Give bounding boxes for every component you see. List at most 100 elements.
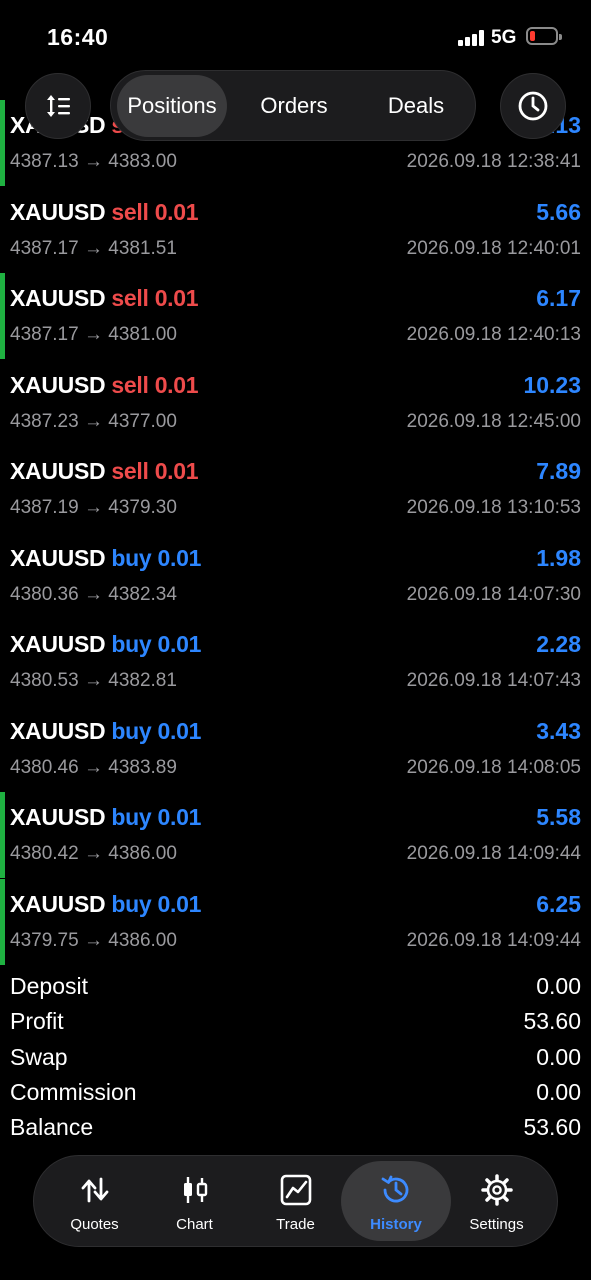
summary-value: 0.00 <box>536 973 581 999</box>
deal-row[interactable]: XAUUSD buy 0.01 4380.36 → 4382.34 1.98 2026… <box>0 533 591 619</box>
tab-orders[interactable]: Orders <box>239 75 349 137</box>
row-indicator <box>0 100 5 186</box>
deal-symbol: XAUUSD sell 0.01 <box>10 458 199 484</box>
deal-profit: 6.25 <box>536 890 581 917</box>
deal-symbol: XAUUSD buy 0.01 <box>10 717 202 744</box>
deal-datetime: 2026.09.18 14:09:44 <box>406 929 581 951</box>
status-bar: 16:40 5G <box>0 0 591 70</box>
deal-side: buy 0.01 <box>111 804 202 830</box>
summary-value: 53.60 <box>523 1008 581 1035</box>
deal-prices: 4387.17 → 4381.00 <box>10 324 177 345</box>
deal-datetime: 2026.09.18 14:07:30 <box>406 583 581 605</box>
summary-row-commission: Commission 0.00 <box>0 1079 591 1114</box>
deal-profit: 1.98 <box>536 544 581 571</box>
deal-profit: 3.43 <box>536 717 581 744</box>
deal-datetime: 2026.09.18 12:38:41 <box>406 151 581 172</box>
tab-chart[interactable]: Chart <box>144 1156 245 1246</box>
row-indicator <box>0 878 5 965</box>
row-indicator <box>0 273 5 359</box>
summary-label: Profit <box>10 1008 64 1035</box>
tab-settings[interactable]: Settings <box>446 1156 547 1246</box>
deal-datetime: 2026.09.18 12:45:00 <box>406 410 581 432</box>
segmented-control: Positions Orders Deals <box>110 70 476 141</box>
deal-datetime: 2026.09.18 13:10:53 <box>406 497 581 518</box>
deal-prices: 4387.19 → 4379.30 <box>10 497 177 518</box>
tab-trade[interactable]: Trade <box>245 1156 346 1246</box>
deal-side: buy 0.01 <box>111 631 202 657</box>
tab-quotes[interactable]: Quotes <box>44 1156 145 1246</box>
summary-value: 0.00 <box>536 1043 581 1070</box>
deal-datetime: 2026.09.18 12:40:13 <box>406 324 581 345</box>
deal-row[interactable]: XAUUSD buy 0.01 4380.53 → 4382.81 2.28 2026… <box>0 619 591 705</box>
deal-row[interactable]: XAUUSD sell 0.01 4387.17 → 4381.51 5.66 202… <box>0 187 591 273</box>
candlestick-icon <box>183 1177 207 1203</box>
deal-symbol: XAUUSD buy 0.01 <box>10 631 202 657</box>
tab-history[interactable]: History <box>341 1161 451 1241</box>
deal-prices: 4387.13 → 4383.00 <box>10 151 177 172</box>
history-clock-icon <box>381 1175 409 1203</box>
summary-label: Commission <box>10 1078 137 1105</box>
summary-row-profit: Profit 53.60 <box>0 1008 591 1043</box>
status-time: 16:40 <box>47 24 109 50</box>
tab-deals[interactable]: Deals <box>361 75 471 137</box>
trade-chart-icon <box>280 1174 311 1206</box>
deal-symbol: XAUUSD sell 0.01 <box>10 371 199 398</box>
tab-positions[interactable]: Positions <box>117 75 227 137</box>
deal-side: sell 0.01 <box>111 285 199 311</box>
summary-label: Balance <box>10 1114 94 1141</box>
deal-profit: 10.23 <box>523 371 581 398</box>
summary-row-deposit: Deposit 0.00 <box>0 973 591 1008</box>
deal-symbol: XAUUSD sell 0.01 <box>10 198 199 225</box>
network-type: 5G <box>491 27 517 48</box>
row-indicator <box>0 792 5 878</box>
summary-row-swap: Swap 0.00 <box>0 1044 591 1079</box>
sort-icon <box>47 95 70 117</box>
quotes-arrows-icon <box>81 1177 108 1203</box>
deal-row[interactable]: XAUUSD buy 0.01 4380.46 → 4383.89 3.43 2026… <box>0 706 591 792</box>
deal-datetime: 2026.09.18 14:08:05 <box>406 756 581 778</box>
period-button[interactable] <box>500 73 566 139</box>
deal-side: buy 0.01 <box>111 544 202 571</box>
deal-side: sell 0.01 <box>111 458 199 484</box>
deal-profit: 7.89 <box>536 458 581 484</box>
tab-history-label: History <box>370 1216 422 1233</box>
tab-trade-label: Trade <box>276 1216 315 1233</box>
deal-symbol: XAUUSD buy 0.01 <box>10 544 202 571</box>
battery-icon <box>526 27 562 45</box>
deal-prices: 4379.75 → 4386.00 <box>10 929 177 951</box>
summary-row-balance: Balance 53.60 <box>0 1114 591 1149</box>
deal-prices: 4380.46 → 4383.89 <box>10 756 177 778</box>
deal-datetime: 2026.09.18 14:07:43 <box>406 670 581 691</box>
deal-symbol: XAUUSD sell 0.01 <box>10 285 199 311</box>
gear-icon <box>480 1174 513 1206</box>
deal-symbol: XAUUSD buy 0.01 <box>10 804 202 830</box>
deal-datetime: 2026.09.18 14:09:44 <box>406 843 581 864</box>
deal-prices: 4387.17 → 4381.51 <box>10 237 177 259</box>
deal-profit: 5.66 <box>536 198 581 225</box>
summary-value: 53.60 <box>523 1114 581 1141</box>
tab-quotes-label: Quotes <box>70 1216 119 1233</box>
deal-row[interactable]: XAUUSD sell 0.01 4387.23 → 4377.00 10.23 20… <box>0 360 591 446</box>
summary-label: Deposit <box>10 973 88 999</box>
tab-settings-label: Settings <box>469 1216 524 1233</box>
clock-icon <box>518 91 548 121</box>
deal-profit: 2.28 <box>536 631 581 657</box>
deal-prices: 4380.36 → 4382.34 <box>10 583 177 605</box>
deal-profit: 5.58 <box>536 804 581 830</box>
deal-prices: 4380.53 → 4382.81 <box>10 670 177 691</box>
deal-side: buy 0.01 <box>111 717 202 744</box>
cellular-signal-icon <box>458 30 485 46</box>
deal-row[interactable]: XAUUSD buy 0.01 4379.75 → 4386.00 6.25 2026… <box>0 878 591 965</box>
deal-prices: 4380.42 → 4386.00 <box>10 843 177 864</box>
summary-value: 0.00 <box>536 1078 581 1105</box>
deal-datetime: 2026.09.18 12:40:01 <box>406 237 581 259</box>
deal-row[interactable]: XAUUSD sell 0.01 4387.17 → 4381.00 6.17 202… <box>0 273 591 359</box>
sort-button[interactable] <box>25 73 91 139</box>
deal-profit: 6.17 <box>536 285 581 311</box>
deal-row[interactable]: XAUUSD sell 0.01 4387.19 → 4379.30 7.89 202… <box>0 446 591 532</box>
deal-side: sell 0.01 <box>111 371 199 398</box>
deal-side: sell 0.01 <box>111 198 199 225</box>
deal-symbol: XAUUSD buy 0.01 <box>10 890 202 917</box>
deal-row[interactable]: XAUUSD buy 0.01 4380.42 → 4386.00 5.58 2026… <box>0 792 591 878</box>
deal-prices: 4387.23 → 4377.00 <box>10 410 177 432</box>
